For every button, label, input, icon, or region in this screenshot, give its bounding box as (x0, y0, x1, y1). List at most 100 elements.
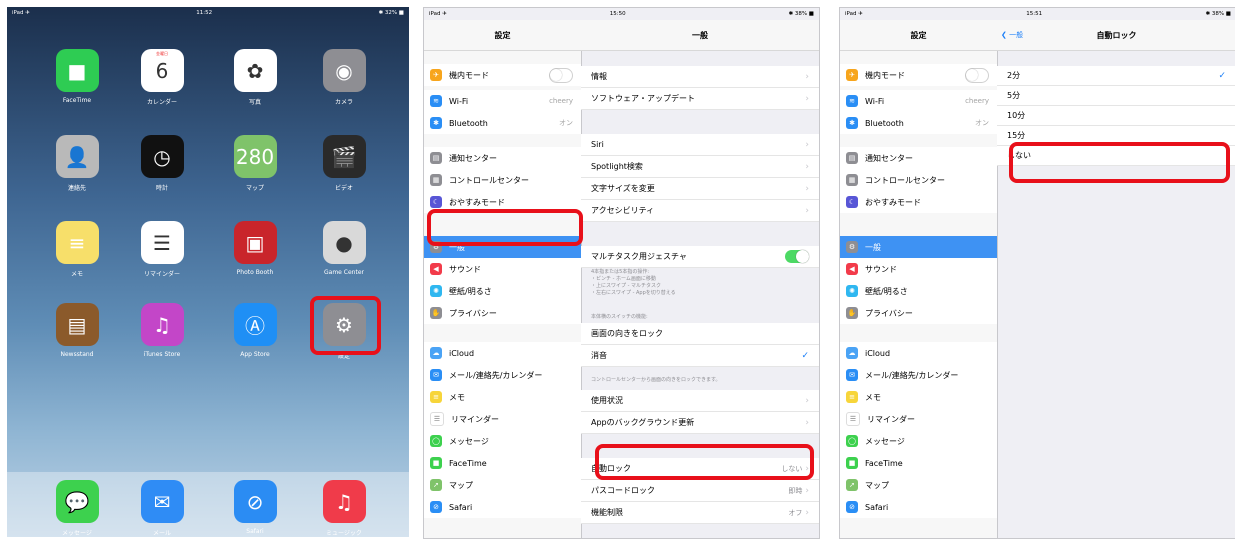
sidebar-item[interactable]: ✱ Bluetooth オン (424, 112, 581, 134)
app-icon[interactable]: 👤 連絡先 (52, 135, 102, 192)
sidebar-item[interactable]: ✋ プライバシー (424, 302, 581, 324)
sidebar-item[interactable]: ◯ メッセージ (840, 430, 997, 452)
sidebar-item[interactable]: ⊘ Safari (840, 496, 997, 518)
app-icon[interactable]: 280 マップ (230, 135, 280, 192)
app-icon[interactable]: ≡ メモ (52, 221, 102, 278)
sidebar-item-label: iCloud (865, 348, 891, 358)
app-icon[interactable]: ☰ リマインダー (137, 221, 187, 278)
sidebar-item-label: リマインダー (867, 414, 915, 424)
general-row[interactable]: アクセシビリティ › (581, 200, 819, 222)
app-icon[interactable]: ■ FaceTime (52, 49, 102, 104)
sidebar-item-label: FaceTime (449, 458, 487, 468)
sidebar-item[interactable]: ≡ メモ (840, 386, 997, 408)
dock-app-icon[interactable]: ✉ メール (137, 480, 187, 537)
app-icon[interactable]: 🎬 ビデオ (319, 135, 369, 192)
sidebar-item-icon: ◀ (846, 263, 858, 275)
sidebar-item-label: メール/連絡先/カレンダー (865, 370, 959, 380)
sidebar-item[interactable]: ✺ 壁紙/明るさ (424, 280, 581, 302)
general-row[interactable]: 文字サイズを変更 › (581, 178, 819, 200)
dock-app-icon[interactable]: ⊘ Safari (230, 480, 280, 535)
app-label: App Store (240, 351, 270, 358)
autolock-option[interactable]: 5分 (997, 86, 1235, 106)
dock-label: メール (152, 530, 171, 537)
sidebar-item-icon: ✱ (846, 117, 858, 129)
sidebar-item[interactable]: ✉ メール/連絡先/カレンダー (840, 364, 997, 386)
sidebar-item[interactable]: ▦ コントロールセンター (840, 169, 997, 191)
orientation-lock-note: コントロールセンターから画面の向きをロックできます。 (591, 377, 721, 383)
app-icon[interactable]: ◷ 時計 (137, 135, 187, 192)
general-row[interactable]: 消音 ✓ (581, 345, 819, 367)
app-label: iTunes Store (143, 351, 181, 358)
autolock-option[interactable]: 10分 (997, 106, 1235, 126)
general-row[interactable]: マルチタスク用ジェスチャ (581, 246, 819, 268)
app-icon[interactable]: Ⓐ App Store (230, 303, 280, 358)
sidebar-item[interactable]: ✈ 機内モード (424, 64, 581, 86)
sidebar-item[interactable]: ✈ 機内モード (840, 64, 997, 86)
sidebar-item[interactable]: ✱ Bluetooth オン (840, 112, 997, 134)
app-icon[interactable]: ✿ 写真 (230, 49, 280, 106)
sidebar-item[interactable]: ✺ 壁紙/明るさ (840, 280, 997, 302)
sidebar-item[interactable]: ✉ メール/連絡先/カレンダー (424, 364, 581, 386)
sidebar-item[interactable]: ➚ マップ (424, 474, 581, 496)
app-icon[interactable]: ▣ Photo Booth (230, 221, 280, 276)
sidebar-item[interactable]: ≋ Wi-Fi cheery (424, 90, 581, 112)
back-button[interactable]: ❮ 一般 (1001, 30, 1023, 40)
app-11-icon: ● (322, 221, 366, 264)
app-label: マップ (245, 185, 264, 192)
sidebar-item[interactable]: ≋ Wi-Fi cheery (840, 90, 997, 112)
general-row[interactable]: Spotlight検索 › (581, 156, 819, 178)
chevron-right-icon: › (805, 205, 809, 216)
sidebar-item[interactable]: ☁ iCloud (424, 342, 581, 364)
sidebar-item[interactable]: ☁ iCloud (840, 342, 997, 364)
app-icon[interactable]: 6 カレンダー 金曜日 (137, 49, 187, 106)
general-row-label: 使用状況 (591, 396, 623, 405)
general-row[interactable]: 使用状況 › (581, 390, 819, 412)
app-icon[interactable]: ● Game Center (319, 221, 369, 276)
sidebar-item[interactable]: ▤ 通知センター (424, 147, 581, 169)
sidebar-item[interactable]: ■ FaceTime (840, 452, 997, 474)
general-row[interactable]: Siri › (581, 134, 819, 156)
sidebar-item[interactable]: ≡ メモ (424, 386, 581, 408)
sidebar-item-icon: ≡ (430, 391, 442, 403)
sidebar-item[interactable]: ■ FaceTime (424, 452, 581, 474)
sidebar-item-label: メッセージ (865, 436, 905, 446)
sidebar-item[interactable]: ▦ コントロールセンター (424, 169, 581, 191)
settings-app-highlight (310, 296, 381, 355)
sidebar-item[interactable]: ➚ マップ (840, 474, 997, 496)
sidebar-item[interactable]: ☰ リマインダー (424, 408, 581, 430)
dock-app-icon[interactable]: ♫ ミュージック (319, 480, 369, 537)
sidebar-item[interactable]: ⊘ Safari (424, 496, 581, 518)
app-icon[interactable]: ▤ Newsstand (52, 303, 102, 358)
sidebar-item-icon: ◀ (430, 263, 442, 275)
general-row[interactable]: ソフトウェア・アップデート › (581, 88, 819, 110)
sidebar-item[interactable]: ☰ リマインダー (840, 408, 997, 430)
app-0-icon: ■ (55, 49, 99, 92)
general-row[interactable]: 画面の向きをロック (581, 323, 819, 345)
app-icon[interactable]: ♫ iTunes Store (137, 303, 187, 358)
airplane-toggle[interactable] (965, 67, 989, 83)
general-row[interactable]: 機能制限 オフ › (581, 502, 819, 524)
sidebar-item-label: 機内モード (449, 70, 489, 80)
sidebar-item-label: FaceTime (865, 458, 903, 468)
sidebar-item[interactable]: ⚙ 一般 (840, 236, 997, 258)
sidebar-item-icon: ✈ (846, 69, 858, 81)
app-label: FaceTime (62, 97, 92, 104)
app-label: カレンダー (146, 99, 177, 106)
sidebar-item[interactable]: ◀ サウンド (840, 258, 997, 280)
sidebar-item-label: メッセージ (449, 436, 489, 446)
general-row[interactable]: 情報 › (581, 66, 819, 88)
general-row[interactable]: Appのバックグラウンド更新 › (581, 412, 819, 434)
sidebar-item[interactable]: ◀ サウンド (424, 258, 581, 280)
airplane-toggle[interactable] (549, 67, 573, 83)
sidebar-item[interactable]: ▤ 通知センター (840, 147, 997, 169)
settings-sidebar: 設定 ✈ 機内モード ≋ Wi-Fi cheery ✱ Bluetooth オン ▤ 通知センター… (424, 20, 582, 538)
sidebar-item[interactable]: ◯ メッセージ (424, 430, 581, 452)
multitask-gesture-toggle[interactable] (785, 250, 809, 263)
app-icon[interactable]: ◉ カメラ (319, 49, 369, 106)
autolock-option[interactable]: 2分 ✓ (997, 66, 1235, 86)
general-row[interactable]: パスコードロック 即時 › (581, 480, 819, 502)
sidebar-item[interactable]: ☾ おやすみモード (840, 191, 997, 213)
sidebar-item[interactable]: ✋ プライバシー (840, 302, 997, 324)
general-row-label: マルチタスク用ジェスチャ (591, 252, 687, 261)
dock-app-icon[interactable]: 💬 メッセージ (52, 480, 102, 537)
